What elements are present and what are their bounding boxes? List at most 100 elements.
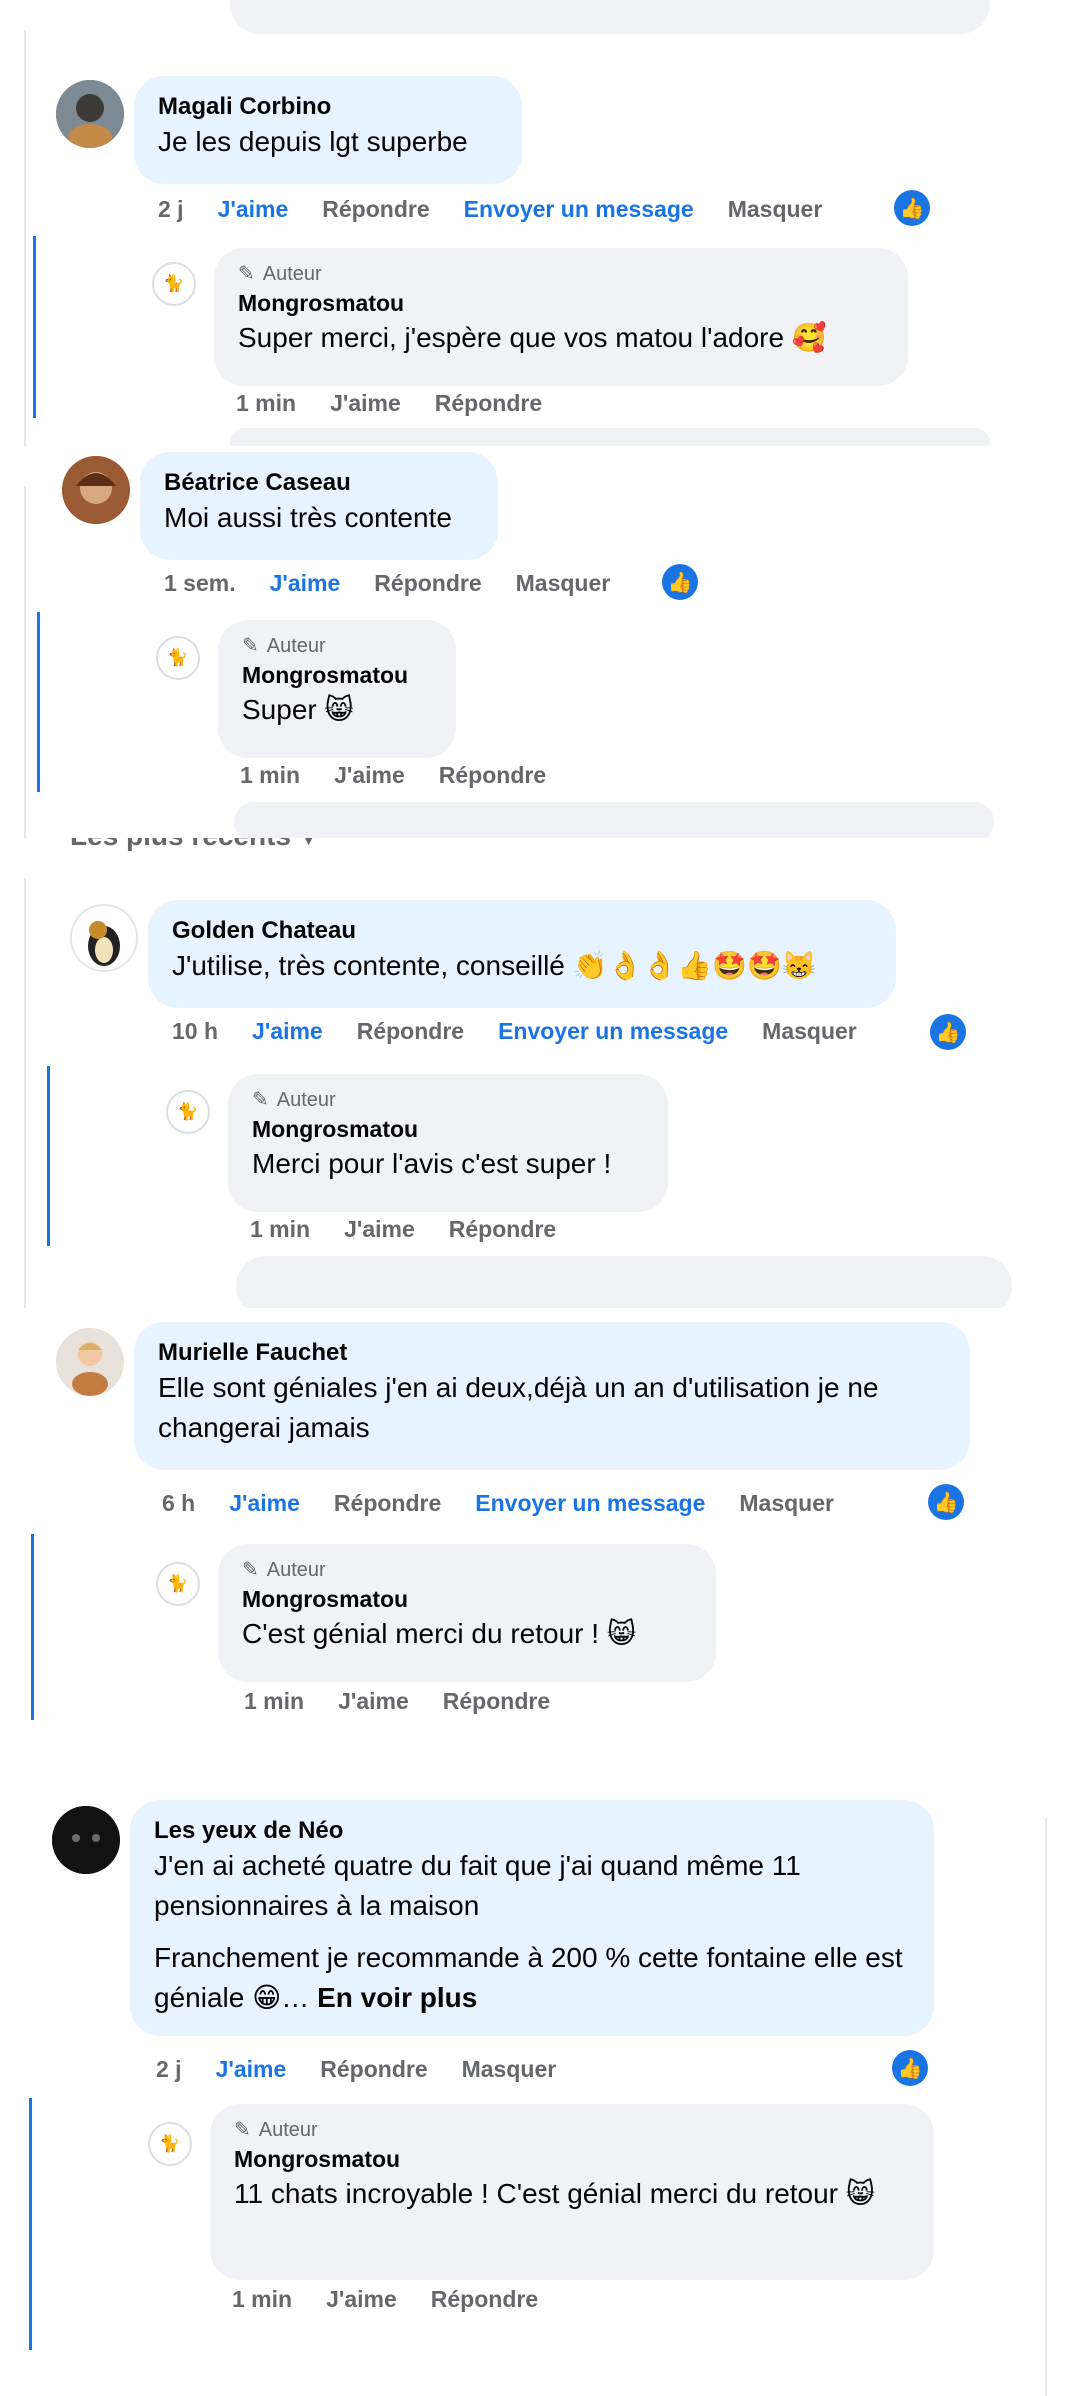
- comment-thread: Béatrice Caseau Moi aussi très contente …: [0, 446, 1080, 838]
- reply-author[interactable]: Mongrosmatou: [238, 288, 884, 318]
- page-avatar[interactable]: 🐈: [152, 262, 196, 306]
- reply-button[interactable]: Répondre: [334, 1490, 441, 1517]
- send-message-button[interactable]: Envoyer un message: [475, 1490, 705, 1517]
- reply-indicator: [29, 2098, 32, 2350]
- comment-text: Elle sont géniales j'en ai deux,déjà un …: [158, 1372, 879, 1443]
- reply-composer[interactable]: [236, 1256, 1012, 1308]
- avatar[interactable]: [56, 1328, 124, 1396]
- reply-reply-button[interactable]: Répondre: [431, 2286, 538, 2313]
- reply-like-button[interactable]: J'aime: [338, 1688, 409, 1715]
- reply-indicator: [31, 1534, 34, 1720]
- page-avatar[interactable]: 🐈: [166, 1090, 210, 1134]
- send-message-button[interactable]: Envoyer un message: [464, 196, 694, 223]
- reply-reply-button[interactable]: Répondre: [443, 1688, 550, 1715]
- avatar[interactable]: [62, 456, 130, 524]
- author-badge: ✎ Auteur: [238, 260, 884, 288]
- pen-icon: ✎: [242, 635, 259, 657]
- reply-like-button[interactable]: J'aime: [344, 1216, 415, 1243]
- comment-actions: 2 j J'aime Répondre Envoyer un message M…: [158, 196, 822, 223]
- hide-button[interactable]: Masquer: [762, 1018, 857, 1045]
- like-reaction-icon[interactable]: 👍: [930, 1014, 966, 1050]
- reply-button[interactable]: Répondre: [320, 2056, 427, 2083]
- cat-icon: 🐈: [177, 1102, 199, 1121]
- like-reaction-icon[interactable]: 👍: [662, 564, 698, 600]
- reply-text: Merci pour l'avis c'est super !: [252, 1148, 612, 1179]
- chevron-down-icon: ▼: [298, 838, 319, 850]
- comment-author[interactable]: Golden Chateau: [172, 916, 872, 946]
- reply-author[interactable]: Mongrosmatou: [242, 1584, 692, 1614]
- comment-time[interactable]: 2 j: [158, 196, 184, 223]
- cat-icon: 🐈: [167, 1574, 189, 1593]
- reply-reply-button[interactable]: Répondre: [435, 390, 542, 417]
- thread-line: [24, 486, 26, 838]
- comment-actions: 10 h J'aime Répondre Envoyer un message …: [172, 1018, 857, 1045]
- page-avatar[interactable]: 🐈: [156, 636, 200, 680]
- like-button[interactable]: J'aime: [252, 1018, 323, 1045]
- author-badge: ✎ Auteur: [242, 632, 432, 660]
- avatar[interactable]: [70, 904, 138, 972]
- cat-icon: 🐈: [167, 648, 189, 667]
- comment-bubble: Golden Chateau J'utilise, très contente,…: [148, 900, 896, 1008]
- pen-icon: ✎: [234, 2119, 251, 2141]
- reply-like-button[interactable]: J'aime: [334, 762, 405, 789]
- hide-button[interactable]: Masquer: [739, 1490, 834, 1517]
- reply-text: Super merci, j'espère que vos matou l'ad…: [238, 322, 827, 353]
- like-button[interactable]: J'aime: [216, 2056, 287, 2083]
- like-button[interactable]: J'aime: [218, 196, 289, 223]
- pen-icon: ✎: [238, 263, 255, 285]
- comment-author[interactable]: Murielle Fauchet: [158, 1338, 946, 1368]
- comment-author[interactable]: Les yeux de Néo: [154, 1816, 910, 1846]
- reply-button[interactable]: Répondre: [357, 1018, 464, 1045]
- reply-time[interactable]: 1 min: [236, 390, 296, 417]
- next-reply-bubble: [234, 802, 994, 838]
- hide-button[interactable]: Masquer: [728, 196, 823, 223]
- reply-button[interactable]: Répondre: [374, 570, 481, 597]
- page-avatar[interactable]: 🐈: [156, 1562, 200, 1606]
- pen-icon: ✎: [252, 1089, 269, 1111]
- reply-reply-button[interactable]: Répondre: [449, 1216, 556, 1243]
- sort-dropdown[interactable]: Les plus récents ▼: [70, 838, 319, 852]
- reply-author[interactable]: Mongrosmatou: [242, 660, 432, 690]
- like-reaction-icon[interactable]: 👍: [928, 1484, 964, 1520]
- author-badge: ✎ Auteur: [242, 1556, 692, 1584]
- reply-time[interactable]: 1 min: [240, 762, 300, 789]
- reply-author[interactable]: Mongrosmatou: [234, 2144, 910, 2174]
- comment-thread: Les yeux de Néo J'en ai acheté quatre du…: [0, 1778, 1080, 2396]
- comment-time[interactable]: 6 h: [162, 1490, 195, 1517]
- next-reply-bubble: [230, 428, 990, 446]
- comment-actions: 6 h J'aime Répondre Envoyer un message M…: [162, 1490, 834, 1517]
- comment-time[interactable]: 10 h: [172, 1018, 218, 1045]
- comment-actions: 1 sem. J'aime Répondre Masquer: [164, 570, 610, 597]
- hide-button[interactable]: Masquer: [462, 2056, 557, 2083]
- like-reaction-icon[interactable]: 👍: [894, 190, 930, 226]
- comment-thread: Les plus récents ▼ Golden Chateau J'util…: [0, 838, 1080, 1308]
- hide-button[interactable]: Masquer: [516, 570, 611, 597]
- reply-bubble: ✎ Auteur Mongrosmatou Merci pour l'avis c…: [228, 1074, 668, 1212]
- comment-time[interactable]: 2 j: [156, 2056, 182, 2083]
- send-message-button[interactable]: Envoyer un message: [498, 1018, 728, 1045]
- reply-time[interactable]: 1 min: [244, 1688, 304, 1715]
- see-more-link[interactable]: En voir plus: [317, 1982, 477, 2013]
- avatar[interactable]: [52, 1806, 120, 1874]
- comment-text: J'en ai acheté quatre du fait que j'ai q…: [154, 1850, 801, 1921]
- comment-author[interactable]: Magali Corbino: [158, 92, 498, 122]
- reply-reply-button[interactable]: Répondre: [439, 762, 546, 789]
- reply-like-button[interactable]: J'aime: [330, 390, 401, 417]
- like-button[interactable]: J'aime: [270, 570, 341, 597]
- page-avatar[interactable]: 🐈: [148, 2122, 192, 2166]
- comment-text: Je les depuis lgt superbe: [158, 126, 468, 157]
- comment-time[interactable]: 1 sem.: [164, 570, 236, 597]
- author-badge: ✎ Auteur: [252, 1086, 644, 1114]
- reply-time[interactable]: 1 min: [232, 2286, 292, 2313]
- comment-author[interactable]: Béatrice Caseau: [164, 468, 474, 498]
- reply-author[interactable]: Mongrosmatou: [252, 1114, 644, 1144]
- reply-like-button[interactable]: J'aime: [326, 2286, 397, 2313]
- comment-bubble: Béatrice Caseau Moi aussi très contente: [140, 452, 498, 560]
- pen-icon: ✎: [242, 1559, 259, 1581]
- reply-time[interactable]: 1 min: [250, 1216, 310, 1243]
- avatar[interactable]: [56, 80, 124, 148]
- like-reaction-icon[interactable]: 👍: [892, 2050, 928, 2086]
- cat-icon: 🐈: [163, 274, 185, 293]
- reply-button[interactable]: Répondre: [322, 196, 429, 223]
- like-button[interactable]: J'aime: [229, 1490, 300, 1517]
